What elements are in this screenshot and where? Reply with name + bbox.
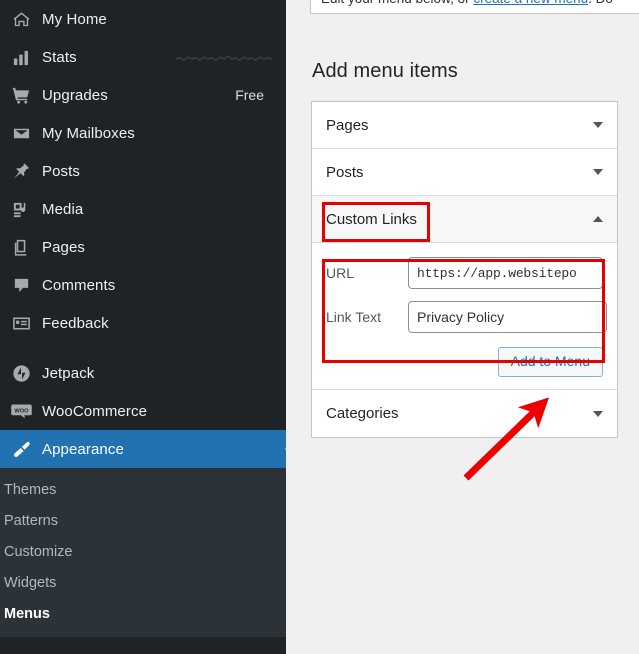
submenu-item-label: Themes bbox=[4, 481, 57, 498]
accordion-label: Pages bbox=[326, 116, 369, 134]
sidebar-item-label: My Mailboxes bbox=[42, 124, 135, 142]
sidebar-item-woocommerce[interactable]: WOO WooCommerce bbox=[0, 392, 286, 430]
submenu-item-widgets[interactable]: Widgets bbox=[0, 567, 286, 598]
accordion-header-custom-links[interactable]: Custom Links bbox=[312, 196, 617, 243]
comment-icon bbox=[8, 272, 34, 298]
bar-chart-icon bbox=[8, 44, 34, 70]
screen: My Home Stats Upgrades Free My Mailboxes… bbox=[0, 0, 639, 654]
custom-links-panel-body: URL Link Text Add to Menu bbox=[312, 243, 617, 391]
notice-text-after: . Do bbox=[588, 0, 613, 6]
svg-text:WOO: WOO bbox=[14, 408, 29, 414]
menu-edit-notice: Edit your menu below, or create a new me… bbox=[310, 0, 639, 14]
link-text-input[interactable] bbox=[408, 301, 607, 333]
pushpin-icon bbox=[8, 158, 34, 184]
custom-links-actions: Add to Menu bbox=[326, 347, 603, 378]
submenu-item-label: Menus bbox=[4, 605, 50, 622]
sidebar-item-label: Media bbox=[42, 200, 84, 218]
add-menu-items-accordion: Pages Posts Custom Links URL Link Text bbox=[311, 101, 618, 439]
chevron-down-icon bbox=[593, 169, 603, 175]
submenu-item-label: Customize bbox=[4, 543, 73, 560]
active-menu-pointer bbox=[274, 430, 286, 468]
url-label: URL bbox=[326, 265, 355, 281]
sidebar-item-label: My Home bbox=[42, 10, 107, 28]
sidebar-item-appearance[interactable]: Appearance bbox=[0, 430, 286, 468]
url-input[interactable] bbox=[408, 257, 603, 289]
woocommerce-icon: WOO bbox=[8, 398, 34, 424]
sidebar-item-upgrades[interactable]: Upgrades Free bbox=[0, 76, 286, 114]
appearance-submenu: Themes Patterns Customize Widgets Menus bbox=[0, 468, 286, 637]
create-new-menu-link[interactable]: create a new menu bbox=[473, 0, 588, 6]
jetpack-icon bbox=[8, 360, 34, 386]
sidebar-item-jetpack[interactable]: Jetpack bbox=[0, 354, 286, 392]
sidebar-item-label: Upgrades bbox=[42, 86, 108, 104]
feedback-icon bbox=[8, 310, 34, 336]
accordion-header-categories[interactable]: Categories bbox=[312, 390, 617, 437]
submenu-item-label: Patterns bbox=[4, 512, 58, 529]
paintbrush-icon bbox=[8, 436, 34, 462]
home-icon bbox=[8, 6, 34, 32]
cart-icon bbox=[8, 82, 34, 108]
submenu-item-customize[interactable]: Customize bbox=[0, 536, 286, 567]
envelope-icon bbox=[8, 120, 34, 146]
sidebar-item-label: WooCommerce bbox=[42, 402, 148, 420]
pages-icon bbox=[8, 234, 34, 260]
add-to-menu-button[interactable]: Add to Menu bbox=[497, 347, 603, 378]
sidebar-item-stats[interactable]: Stats bbox=[0, 38, 286, 76]
accordion-header-pages[interactable]: Pages bbox=[312, 102, 617, 149]
main-content: Edit your menu below, or create a new me… bbox=[286, 0, 639, 654]
sidebar-item-label: Stats bbox=[42, 48, 77, 66]
sidebar-item-label: Feedback bbox=[42, 314, 109, 332]
link-text-field-row: Link Text bbox=[326, 301, 607, 333]
sidebar-item-label: Appearance bbox=[42, 440, 124, 458]
sidebar-item-label: Posts bbox=[42, 162, 81, 180]
media-icon bbox=[8, 196, 34, 222]
sidebar-item-comments[interactable]: Comments bbox=[0, 266, 286, 304]
submenu-item-themes[interactable]: Themes bbox=[0, 474, 286, 505]
stats-sparkline-icon bbox=[176, 54, 272, 62]
sidebar-item-label: Comments bbox=[42, 276, 116, 294]
sidebar-item-posts[interactable]: Posts bbox=[0, 152, 286, 190]
url-field-row: URL bbox=[326, 257, 603, 289]
notice-text-before: Edit your menu below, or bbox=[321, 0, 473, 6]
admin-sidebar: My Home Stats Upgrades Free My Mailboxes… bbox=[0, 0, 286, 654]
accordion-label: Categories bbox=[326, 405, 399, 423]
sidebar-item-feedback[interactable]: Feedback bbox=[0, 304, 286, 342]
chevron-down-icon bbox=[593, 122, 603, 128]
chevron-down-icon bbox=[593, 410, 603, 417]
page-title: Add menu items bbox=[312, 60, 458, 82]
accordion-label: Custom Links bbox=[326, 210, 417, 228]
submenu-item-label: Widgets bbox=[4, 574, 57, 591]
submenu-item-menus[interactable]: Menus bbox=[0, 598, 286, 629]
sidebar-item-media[interactable]: Media bbox=[0, 190, 286, 228]
submenu-item-patterns[interactable]: Patterns bbox=[0, 505, 286, 536]
link-text-label: Link Text bbox=[326, 309, 381, 325]
accordion-header-posts[interactable]: Posts bbox=[312, 149, 617, 196]
chevron-up-icon bbox=[593, 216, 603, 222]
sidebar-item-label: Jetpack bbox=[42, 364, 95, 382]
sidebar-item-label: Pages bbox=[42, 238, 86, 256]
sidebar-item-my-mailboxes[interactable]: My Mailboxes bbox=[0, 114, 286, 152]
sidebar-item-pages[interactable]: Pages bbox=[0, 228, 286, 266]
sidebar-item-my-home[interactable]: My Home bbox=[0, 0, 286, 38]
upgrades-plan-badge: Free bbox=[235, 87, 264, 103]
accordion-label: Posts bbox=[326, 163, 364, 181]
